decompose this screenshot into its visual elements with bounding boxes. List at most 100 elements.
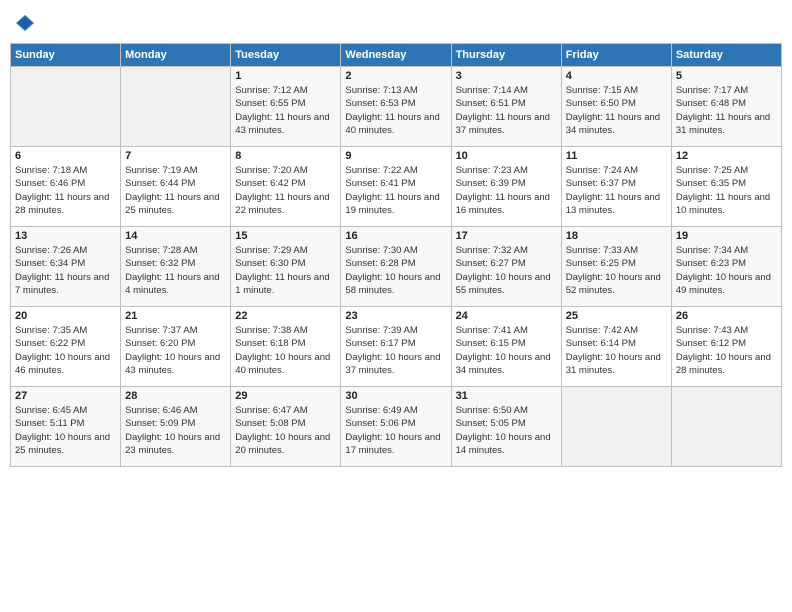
calendar-cell bbox=[561, 387, 671, 467]
week-row-5: 27 Sunrise: 6:45 AMSunset: 5:11 PMDayligh… bbox=[11, 387, 782, 467]
day-number: 7 bbox=[125, 150, 226, 162]
day-info: Sunrise: 7:34 AMSunset: 6:23 PMDaylight:… bbox=[676, 244, 777, 297]
calendar-cell: 17 Sunrise: 7:32 AMSunset: 6:27 PMDayligh… bbox=[451, 227, 561, 307]
calendar-cell: 9 Sunrise: 7:22 AMSunset: 6:41 PMDaylight… bbox=[341, 147, 451, 227]
calendar-cell: 22 Sunrise: 7:38 AMSunset: 6:18 PMDayligh… bbox=[231, 307, 341, 387]
day-number: 29 bbox=[235, 390, 336, 402]
day-number: 14 bbox=[125, 230, 226, 242]
day-number: 20 bbox=[15, 310, 116, 322]
day-number: 11 bbox=[566, 150, 667, 162]
day-number: 13 bbox=[15, 230, 116, 242]
calendar-cell: 5 Sunrise: 7:17 AMSunset: 6:48 PMDaylight… bbox=[671, 67, 781, 147]
day-number: 17 bbox=[456, 230, 557, 242]
day-number: 18 bbox=[566, 230, 667, 242]
day-number: 4 bbox=[566, 70, 667, 82]
day-info: Sunrise: 7:19 AMSunset: 6:44 PMDaylight:… bbox=[125, 164, 226, 217]
week-row-4: 20 Sunrise: 7:35 AMSunset: 6:22 PMDayligh… bbox=[11, 307, 782, 387]
day-number: 21 bbox=[125, 310, 226, 322]
day-info: Sunrise: 7:32 AMSunset: 6:27 PMDaylight:… bbox=[456, 244, 557, 297]
day-number: 19 bbox=[676, 230, 777, 242]
logo-flag-icon bbox=[16, 14, 34, 37]
day-number: 28 bbox=[125, 390, 226, 402]
calendar-cell: 26 Sunrise: 7:43 AMSunset: 6:12 PMDayligh… bbox=[671, 307, 781, 387]
day-number: 3 bbox=[456, 70, 557, 82]
day-info: Sunrise: 7:35 AMSunset: 6:22 PMDaylight:… bbox=[15, 324, 116, 377]
day-info: Sunrise: 7:18 AMSunset: 6:46 PMDaylight:… bbox=[15, 164, 116, 217]
day-number: 12 bbox=[676, 150, 777, 162]
weekday-header-monday: Monday bbox=[121, 44, 231, 67]
day-number: 27 bbox=[15, 390, 116, 402]
calendar-cell: 11 Sunrise: 7:24 AMSunset: 6:37 PMDayligh… bbox=[561, 147, 671, 227]
day-info: Sunrise: 7:24 AMSunset: 6:37 PMDaylight:… bbox=[566, 164, 667, 217]
day-number: 6 bbox=[15, 150, 116, 162]
day-info: Sunrise: 7:33 AMSunset: 6:25 PMDaylight:… bbox=[566, 244, 667, 297]
day-info: Sunrise: 6:50 AMSunset: 5:05 PMDaylight:… bbox=[456, 404, 557, 457]
day-info: Sunrise: 7:28 AMSunset: 6:32 PMDaylight:… bbox=[125, 244, 226, 297]
calendar-cell: 15 Sunrise: 7:29 AMSunset: 6:30 PMDayligh… bbox=[231, 227, 341, 307]
calendar-cell: 27 Sunrise: 6:45 AMSunset: 5:11 PMDayligh… bbox=[11, 387, 121, 467]
day-info: Sunrise: 6:49 AMSunset: 5:06 PMDaylight:… bbox=[345, 404, 446, 457]
calendar-cell bbox=[121, 67, 231, 147]
day-number: 5 bbox=[676, 70, 777, 82]
weekday-header-thursday: Thursday bbox=[451, 44, 561, 67]
day-info: Sunrise: 7:23 AMSunset: 6:39 PMDaylight:… bbox=[456, 164, 557, 217]
day-info: Sunrise: 7:14 AMSunset: 6:51 PMDaylight:… bbox=[456, 84, 557, 137]
day-number: 23 bbox=[345, 310, 446, 322]
calendar-cell: 19 Sunrise: 7:34 AMSunset: 6:23 PMDayligh… bbox=[671, 227, 781, 307]
calendar-cell: 16 Sunrise: 7:30 AMSunset: 6:28 PMDayligh… bbox=[341, 227, 451, 307]
day-number: 24 bbox=[456, 310, 557, 322]
calendar-cell: 7 Sunrise: 7:19 AMSunset: 6:44 PMDaylight… bbox=[121, 147, 231, 227]
weekday-header-friday: Friday bbox=[561, 44, 671, 67]
weekday-header-tuesday: Tuesday bbox=[231, 44, 341, 67]
day-number: 9 bbox=[345, 150, 446, 162]
week-row-3: 13 Sunrise: 7:26 AMSunset: 6:34 PMDayligh… bbox=[11, 227, 782, 307]
day-info: Sunrise: 7:30 AMSunset: 6:28 PMDaylight:… bbox=[345, 244, 446, 297]
logo bbox=[14, 14, 34, 37]
day-number: 31 bbox=[456, 390, 557, 402]
calendar-cell: 10 Sunrise: 7:23 AMSunset: 6:39 PMDayligh… bbox=[451, 147, 561, 227]
calendar-cell: 24 Sunrise: 7:41 AMSunset: 6:15 PMDayligh… bbox=[451, 307, 561, 387]
day-info: Sunrise: 7:43 AMSunset: 6:12 PMDaylight:… bbox=[676, 324, 777, 377]
day-info: Sunrise: 7:26 AMSunset: 6:34 PMDaylight:… bbox=[15, 244, 116, 297]
calendar-cell: 14 Sunrise: 7:28 AMSunset: 6:32 PMDayligh… bbox=[121, 227, 231, 307]
day-number: 16 bbox=[345, 230, 446, 242]
day-number: 15 bbox=[235, 230, 336, 242]
calendar-cell: 8Sunrise: 7:20 AMSunset: 6:42 PMDaylight… bbox=[231, 147, 341, 227]
day-info: Sunrise: 7:17 AMSunset: 6:48 PMDaylight:… bbox=[676, 84, 777, 137]
page-header bbox=[10, 10, 782, 37]
calendar-cell: 25 Sunrise: 7:42 AMSunset: 6:14 PMDayligh… bbox=[561, 307, 671, 387]
day-number: 10 bbox=[456, 150, 557, 162]
day-info: Sunrise: 7:22 AMSunset: 6:41 PMDaylight:… bbox=[345, 164, 446, 217]
day-number: 1 bbox=[235, 70, 336, 82]
week-row-1: 1 Sunrise: 7:12 AMSunset: 6:55 PMDaylight… bbox=[11, 67, 782, 147]
calendar-cell: 4Sunrise: 7:15 AMSunset: 6:50 PMDaylight… bbox=[561, 67, 671, 147]
day-info: Sunrise: 6:47 AMSunset: 5:08 PMDaylight:… bbox=[235, 404, 336, 457]
day-info: Sunrise: 7:29 AMSunset: 6:30 PMDaylight:… bbox=[235, 244, 336, 297]
week-row-2: 6 Sunrise: 7:18 AMSunset: 6:46 PMDaylight… bbox=[11, 147, 782, 227]
calendar-cell: 20 Sunrise: 7:35 AMSunset: 6:22 PMDayligh… bbox=[11, 307, 121, 387]
day-number: 30 bbox=[345, 390, 446, 402]
calendar-cell: 2 Sunrise: 7:13 AMSunset: 6:53 PMDaylight… bbox=[341, 67, 451, 147]
day-info: Sunrise: 7:12 AMSunset: 6:55 PMDaylight:… bbox=[235, 84, 336, 137]
day-number: 25 bbox=[566, 310, 667, 322]
calendar-cell bbox=[671, 387, 781, 467]
day-number: 2 bbox=[345, 70, 446, 82]
day-number: 26 bbox=[676, 310, 777, 322]
day-info: Sunrise: 7:25 AMSunset: 6:35 PMDaylight:… bbox=[676, 164, 777, 217]
calendar-cell: 12 Sunrise: 7:25 AMSunset: 6:35 PMDayligh… bbox=[671, 147, 781, 227]
day-info: Sunrise: 7:38 AMSunset: 6:18 PMDaylight:… bbox=[235, 324, 336, 377]
weekday-header-wednesday: Wednesday bbox=[341, 44, 451, 67]
calendar-cell: 6 Sunrise: 7:18 AMSunset: 6:46 PMDaylight… bbox=[11, 147, 121, 227]
day-info: Sunrise: 7:41 AMSunset: 6:15 PMDaylight:… bbox=[456, 324, 557, 377]
day-info: Sunrise: 7:37 AMSunset: 6:20 PMDaylight:… bbox=[125, 324, 226, 377]
calendar-cell: 31 Sunrise: 6:50 AMSunset: 5:05 PMDayligh… bbox=[451, 387, 561, 467]
day-info: Sunrise: 7:39 AMSunset: 6:17 PMDaylight:… bbox=[345, 324, 446, 377]
day-info: Sunrise: 7:42 AMSunset: 6:14 PMDaylight:… bbox=[566, 324, 667, 377]
day-number: 22 bbox=[235, 310, 336, 322]
calendar-cell: 30 Sunrise: 6:49 AMSunset: 5:06 PMDayligh… bbox=[341, 387, 451, 467]
weekday-header-row: SundayMondayTuesdayWednesdayThursdayFrid… bbox=[11, 44, 782, 67]
day-info: Sunrise: 6:45 AMSunset: 5:11 PMDaylight:… bbox=[15, 404, 116, 457]
day-info: Sunrise: 7:20 AMSunset: 6:42 PMDaylight:… bbox=[235, 164, 336, 217]
day-info: Sunrise: 7:13 AMSunset: 6:53 PMDaylight:… bbox=[345, 84, 446, 137]
calendar-cell: 28Sunrise: 6:46 AMSunset: 5:09 PMDayligh… bbox=[121, 387, 231, 467]
